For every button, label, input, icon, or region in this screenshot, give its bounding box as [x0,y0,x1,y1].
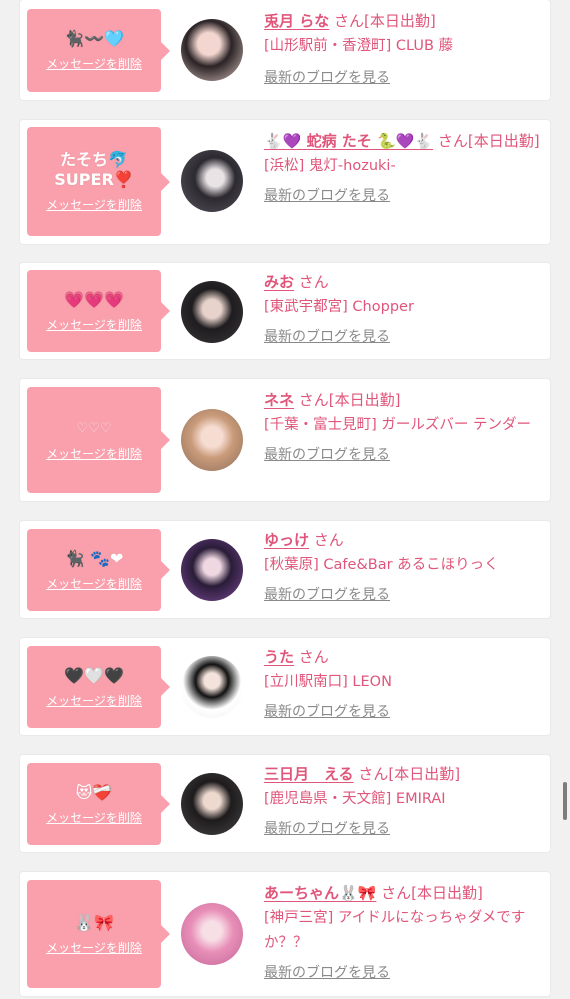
girl-name-link[interactable]: 三日月 える [264,765,354,783]
latest-blog-link[interactable]: 最新のブログを見る [264,444,390,466]
honorific-status: さん [298,273,329,291]
avatar[interactable] [181,281,243,343]
avatar[interactable] [181,19,243,81]
girl-name-link[interactable]: みお [264,273,294,291]
list-item: 😻❤️‍🩹 メッセージを削除 三日月 える さん[本日出勤] [鹿児島県・天文館… [20,755,550,852]
profile-info: うた さん [立川駅南口] LEON 最新のブログを見る [264,644,540,723]
girl-name-link[interactable]: 兎月 らな [264,12,329,30]
profile-info: あーちゃん🐰🎀 さん[本日出勤] [神戸三宮] アイドルになっちゃダメですか？？… [264,880,540,984]
honorific-status: さん[本日出勤] [358,765,461,783]
message-text: 🐈‍⬛〰️🩵 [64,29,124,48]
delete-message-link[interactable]: メッセージを削除 [46,196,142,213]
name-line: あーちゃん🐰🎀 さん[本日出勤] [264,880,540,906]
latest-blog-link[interactable]: 最新のブログを見る [264,818,390,840]
avatar[interactable] [181,150,243,212]
name-line: 兎月 らな さん[本日出勤] [264,8,540,34]
message-bubble: 🐈‍⬛ 🐾❤ メッセージを削除 [27,529,170,611]
name-line: 🐇💜 蛇病 たそ 🐍💜🐇 さん[本日出勤] [264,128,540,154]
latest-blog-link[interactable]: 最新のブログを見る [264,67,390,89]
shop-info: [千葉・富士見町] ガールズバー テンダー [264,417,532,433]
shop-info: [東武宇都宮] Chopper [264,299,414,315]
girl-name-link[interactable]: あーちゃん🐰🎀 [264,884,376,902]
delete-message-link[interactable]: メッセージを削除 [46,445,142,462]
avatar[interactable] [181,539,243,601]
scrollbar-thumb[interactable] [563,782,567,820]
message-bubble: 💗💗💗 メッセージを削除 [27,270,170,352]
latest-blog-link[interactable]: 最新のブログを見る [264,962,390,984]
honorific-status: さん [313,531,344,549]
profile-info: 兎月 らな さん[本日出勤] [山形駅前・香澄町] CLUB 藤 最新のブログを… [264,8,540,89]
shop-info: [山形駅前・香澄町] CLUB 藤 [264,38,454,54]
latest-blog-link[interactable]: 最新のブログを見る [264,584,390,606]
message-text: たそち🐬 SUPER❣️ [54,150,134,189]
delete-message-link[interactable]: メッセージを削除 [46,809,142,826]
message-text: 😻❤️‍🩹 [75,782,113,802]
message-text: 🖤🤍🖤 [64,665,124,685]
message-bubble: たそち🐬 SUPER❣️ メッセージを削除 [27,127,170,236]
avatar[interactable] [181,656,243,718]
message-text: 🐰🎀 [74,912,114,932]
delete-message-link[interactable]: メッセージを削除 [46,575,142,592]
name-line: 三日月 える さん[本日出勤] [264,761,540,787]
girl-name-link[interactable]: ゆっけ [264,531,309,549]
profile-info: 三日月 える さん[本日出勤] [鹿児島県・天文館] EMIRAI 最新のブログ… [264,761,540,840]
delete-message-link[interactable]: メッセージを削除 [46,316,142,333]
name-line: ネネ さん[本日出勤] [264,387,540,413]
latest-blog-link[interactable]: 最新のブログを見る [264,326,390,348]
shop-info: [神戸三宮] アイドルになっちゃダメですか？？ [264,910,526,951]
honorific-status: さん[本日出勤] [298,391,401,409]
list-item: たそち🐬 SUPER❣️ メッセージを削除 🐇💜 蛇病 たそ 🐍💜🐇 さん[本日… [20,120,550,244]
shop-info: [立川駅南口] LEON [264,674,392,690]
list-item: 🖤🤍🖤 メッセージを削除 うた さん [立川駅南口] LEON 最新のブログを見… [20,638,550,735]
profile-info: ネネ さん[本日出勤] [千葉・富士見町] ガールズバー テンダー 最新のブログ… [264,387,540,466]
message-text: 🐈‍⬛ 🐾❤ [64,548,124,568]
avatar[interactable] [181,773,243,835]
message-text: ♡♡♡ [76,420,112,436]
message-bubble: 🐈‍⬛〰️🩵 メッセージを削除 [27,9,170,92]
list-item: 🐈‍⬛〰️🩵 メッセージを削除 兎月 らな さん[本日出勤] [山形駅前・香澄町… [20,0,550,100]
profile-info: みお さん [東武宇都宮] Chopper 最新のブログを見る [264,269,540,348]
honorific-status: さん[本日出勤] [437,132,540,150]
list-item: 🐰🎀 メッセージを削除 あーちゃん🐰🎀 さん[本日出勤] [神戸三宮] アイドル… [20,872,550,996]
message-bubble: 🖤🤍🖤 メッセージを削除 [27,646,170,728]
name-line: ゆっけ さん [264,527,540,553]
avatar[interactable] [181,903,243,965]
list-item: 💗💗💗 メッセージを削除 みお さん [東武宇都宮] Chopper 最新のブロ… [20,263,550,359]
shop-info: [浜松] 鬼灯-hozuki- [264,158,396,174]
honorific-status: さん[本日出勤] [381,884,483,902]
girl-name-link[interactable]: ネネ [264,391,294,409]
latest-blog-link[interactable]: 最新のブログを見る [264,185,390,207]
honorific-status: さん[本日出勤] [334,12,436,30]
delete-message-link[interactable]: メッセージを削除 [46,55,142,72]
girl-name-link[interactable]: 🐇💜 蛇病 たそ 🐍💜🐇 [264,132,433,150]
list-item: 🐈‍⬛ 🐾❤ メッセージを削除 ゆっけ さん [秋葉原] Cafe&Bar ある… [20,521,550,618]
avatar[interactable] [181,409,243,471]
latest-blog-link[interactable]: 最新のブログを見る [264,701,390,723]
delete-message-link[interactable]: メッセージを削除 [46,939,142,956]
shop-info: [秋葉原] Cafe&Bar あるこほりっく [264,557,499,573]
name-line: うた さん [264,644,540,670]
profile-info: 🐇💜 蛇病 たそ 🐍💜🐇 さん[本日出勤] [浜松] 鬼灯-hozuki- 最新… [264,128,540,207]
message-bubble: ♡♡♡ メッセージを削除 [27,387,170,493]
list-item: ♡♡♡ メッセージを削除 ネネ さん[本日出勤] [千葉・富士見町] ガールズバ… [20,379,550,501]
honorific-status: さん [298,648,329,666]
delete-message-link[interactable]: メッセージを削除 [46,692,142,709]
message-bubble: 😻❤️‍🩹 メッセージを削除 [27,763,170,845]
girl-name-link[interactable]: うた [264,648,294,666]
name-line: みお さん [264,269,540,295]
message-text: 💗💗💗 [64,289,124,309]
shop-info: [鹿児島県・天文館] EMIRAI [264,791,446,807]
message-bubble: 🐰🎀 メッセージを削除 [27,880,170,988]
profile-info: ゆっけ さん [秋葉原] Cafe&Bar あるこほりっく 最新のブログを見る [264,527,540,606]
